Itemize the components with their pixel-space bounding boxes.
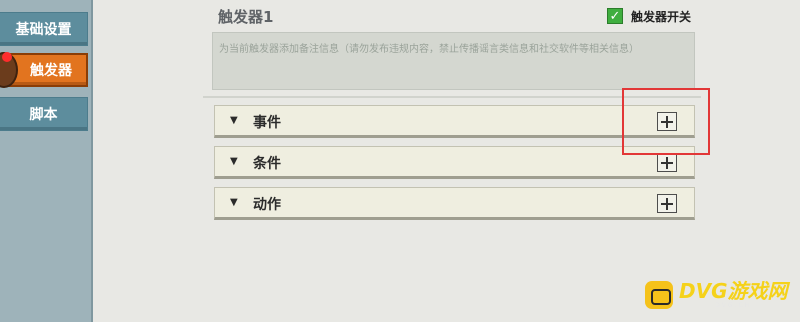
section-action[interactable]: ▼ 动作 [214,187,695,220]
page-title: 触发器1 [218,8,274,26]
sidebar-item-label: 触发器 [30,63,72,79]
checkbox-checked-icon[interactable]: ✓ [607,8,623,24]
plus-icon [661,156,673,169]
expand-arrow-icon[interactable]: ▼ [230,156,238,167]
trigger-toggle-label: 触发器开关 [631,9,692,24]
expand-arrow-icon[interactable]: ▼ [230,197,238,208]
sidebar-item-script[interactable]: 脚本 [0,97,88,131]
watermark-text: DVG游戏网 [679,279,788,303]
watermark: DVG游戏网 DVG.CH [645,280,788,310]
section-label: 条件 [253,156,281,172]
add-action-button[interactable] [657,194,677,213]
remark-input[interactable]: 为当前触发器添加备注信息（请勿发布违规内容，禁止传播谣言类信息和社交软件等相关信… [212,32,695,90]
trigger-toggle[interactable]: ✓ 触发器开关 [607,6,691,26]
sidebar-item-basic-settings[interactable]: 基础设置 [0,12,88,46]
watermark-subtext: DVG.CH [715,302,752,309]
sidebar: 基础设置 触发器 脚本 [0,0,93,322]
sidebar-item-label: 基础设置 [15,22,72,38]
gamepad-logo-icon [645,281,673,309]
plus-icon [661,197,673,210]
highlight-box [622,88,710,155]
section-label: 事件 [253,115,281,131]
expand-arrow-icon[interactable]: ▼ [230,115,238,126]
add-condition-button[interactable] [657,153,677,172]
section-label: 动作 [253,197,281,213]
remark-placeholder: 为当前触发器添加备注信息（请勿发布违规内容，禁止传播谣言类信息和社交软件等相关信… [219,44,639,55]
main-panel: 触发器1 ✓ 触发器开关 为当前触发器添加备注信息（请勿发布违规内容，禁止传播谣… [95,0,800,322]
sidebar-item-label: 脚本 [29,107,58,123]
notification-dot [2,52,12,62]
